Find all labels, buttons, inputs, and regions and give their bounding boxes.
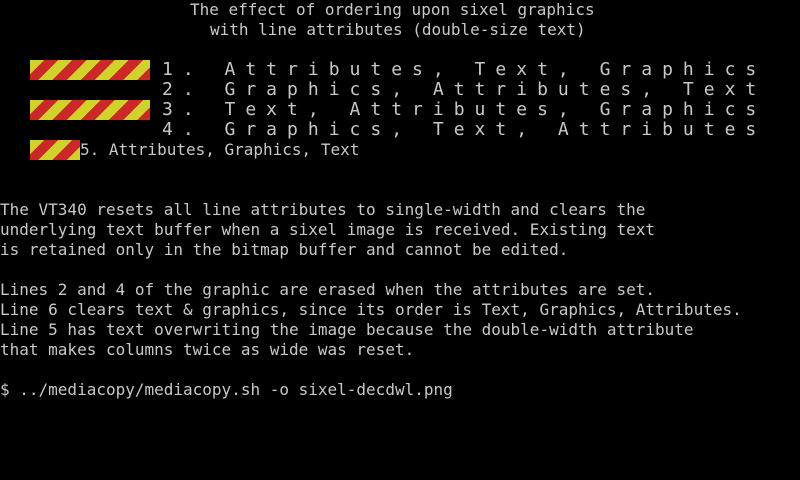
explanation-line: underlying text buffer when a sixel imag… (0, 220, 656, 239)
explanation-line: Line 6 clears text & graphics, since its… (0, 300, 742, 319)
explanation-line: that makes columns twice as wide was res… (0, 340, 415, 359)
header-line-1: The effect of ordering upon sixel graphi… (190, 0, 595, 19)
explanation-line: is retained only in the bitmap buffer an… (0, 240, 569, 259)
demo-line-1: 1. Attributes, Text, Graphics (162, 59, 767, 80)
sixel-stripe-image (30, 140, 80, 160)
explanation-line: The VT340 resets all line attributes to … (0, 200, 646, 219)
terminal-screen[interactable]: The effect of ordering upon sixel graphi… (0, 0, 800, 480)
shell-prompt: $ ../mediacopy/mediacopy.sh -o sixel-dec… (0, 380, 453, 399)
explanation-line: Lines 2 and 4 of the graphic are erased … (0, 280, 656, 299)
sixel-stripe-image (30, 60, 150, 80)
demo-line-4: 4. Graphics, Text, Attributes (162, 119, 767, 140)
sixel-stripe-image (30, 100, 150, 120)
demo-line-3: 3. Text, Attributes, Graphics (162, 99, 767, 120)
demo-line-5: 5. Attributes, Graphics, Text (80, 140, 360, 159)
header-line-2: with line attributes (double-size text) (210, 20, 586, 39)
explanation-line: Line 5 has text overwriting the image be… (0, 320, 694, 339)
demo-line-2: 2. Graphics, Attributes, Text (162, 79, 767, 100)
